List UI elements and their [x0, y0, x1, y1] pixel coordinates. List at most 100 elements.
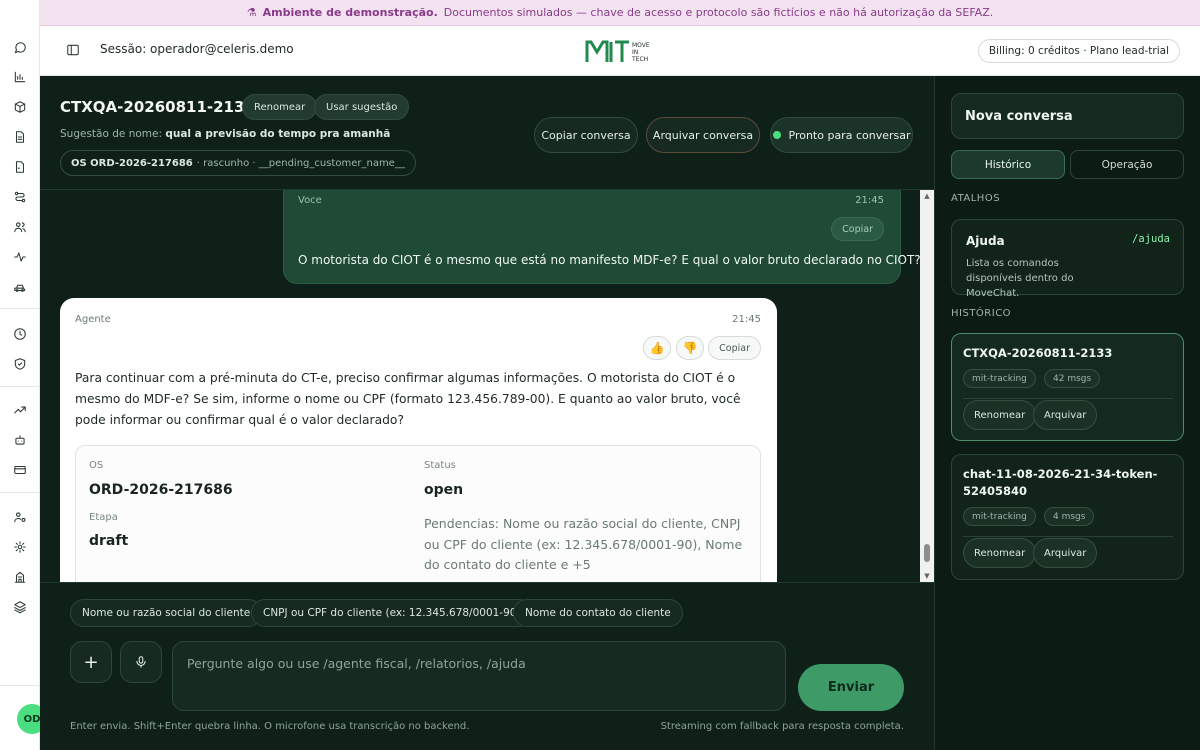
message-text: Para continuar com a pré-minuta do CT-e,… [75, 371, 741, 427]
tab-operation[interactable]: Operação [1070, 150, 1184, 179]
streaming-hint: Streaming com fallback para resposta com… [660, 721, 904, 732]
add-attachment-button[interactable]: + [70, 641, 112, 683]
history-item-title: chat-11-08-2026-21-34-token-52405840 [963, 467, 1158, 498]
users-icon[interactable] [10, 217, 30, 237]
quick-reply-chip[interactable]: Nome do contato do cliente [513, 599, 683, 627]
message-time: 21:45 [732, 314, 761, 325]
copy-message-button[interactable]: Copiar [708, 336, 761, 360]
user-message: Voce 21:45 Copiar O motorista do CIOT é … [283, 190, 920, 284]
scroll-up-icon[interactable]: ▲ [923, 192, 931, 200]
top-bar: Sessão: operador@celeris.demo MOVE IN TE… [40, 26, 1200, 76]
os-code: OS ORD-2026-217686 [71, 157, 193, 169]
chart-icon[interactable] [10, 67, 30, 87]
os-badge: OS ORD-2026-217686 · rascunho · __pendin… [60, 150, 416, 176]
shortcut-command: /ajuda [1132, 233, 1170, 245]
right-sidebar: Nova conversa Histórico Operação ATALHOS… [934, 76, 1200, 750]
route-icon[interactable] [10, 187, 30, 207]
send-button[interactable]: Enviar [798, 664, 904, 711]
shield-icon[interactable] [10, 354, 30, 374]
quick-reply-chip[interactable]: Nome ou razão social do cliente [70, 599, 263, 627]
history-item-tag: mit-tracking [963, 369, 1036, 388]
shortcut-name: Ajuda [966, 234, 1005, 248]
history-item-title: CTXQA-20260811-2133 [963, 346, 1113, 360]
microphone-icon[interactable] [120, 641, 162, 683]
message-input[interactable]: Pergunte algo ou use /agente fiscal, /re… [172, 641, 786, 711]
copy-message-button[interactable]: Copiar [831, 217, 884, 241]
scroll-down-icon[interactable]: ▼ [923, 572, 931, 580]
history-item-count: 4 msgs [1044, 507, 1095, 526]
shortcuts-heading: ATALHOS [951, 193, 1001, 204]
message-author: Voce [298, 195, 322, 206]
history-item-tag: mit-tracking [963, 507, 1036, 526]
history-item[interactable]: chat-11-08-2026-21-34-token-52405840 mit… [951, 454, 1184, 580]
logo-word-tech: TECH [631, 56, 648, 63]
movintech-logo: MOVE IN TECH [585, 40, 650, 63]
box-icon[interactable] [10, 97, 30, 117]
os-meta: · rascunho · __pending_customer_name__ [196, 157, 405, 169]
message-list[interactable]: Voce 21:45 Copiar O motorista do CIOT é … [40, 190, 920, 582]
logo-word-in: IN [632, 49, 638, 56]
sidebar-toggle-icon[interactable] [66, 42, 84, 60]
use-suggestion-button[interactable]: Usar sugestão [314, 94, 410, 120]
stage-value: draft [89, 533, 129, 549]
history-heading: HISTÓRICO [951, 308, 1012, 319]
billing-badge[interactable]: Billing: 0 créditos · Plano lead-trial [977, 39, 1180, 63]
activity-icon[interactable] [10, 247, 30, 267]
rename-button[interactable]: Renomear [242, 94, 318, 120]
suggestion-value: qual a previsão do tempo pra amanhã [165, 128, 391, 140]
status-label: Status [424, 460, 456, 471]
history-archive-button[interactable]: Arquivar [1033, 400, 1098, 430]
message-time: 21:45 [855, 195, 884, 206]
quick-reply-chip[interactable]: CNPJ ou CPF do cliente (ex: 12.345.678/0… [251, 599, 533, 627]
history-item-count: 42 msgs [1044, 369, 1101, 388]
agent-message: Agente 21:45 👍 👎 Copiar Para continuar c… [60, 298, 777, 582]
suggestion-prefix: Sugestão de nome: [60, 128, 162, 140]
document-icon[interactable] [10, 127, 30, 147]
flask-icon: ⚗ [246, 6, 257, 19]
message-author: Agente [75, 314, 111, 325]
clock-icon[interactable] [10, 324, 30, 344]
invoice-icon[interactable] [10, 157, 30, 177]
message-scrollbar[interactable]: ▲ ▼ [920, 190, 934, 582]
history-item[interactable]: CTXQA-20260811-2133 mit-tracking 42 msgs… [951, 333, 1184, 441]
demo-banner: ⚗ Ambiente de demonstração. Documentos s… [40, 0, 1200, 26]
history-archive-button[interactable]: Arquivar [1033, 538, 1098, 568]
truck-icon[interactable] [10, 277, 30, 297]
pending-items: Pendencias: Nome ou razão social do clie… [424, 516, 743, 572]
chat-title: CTXQA-20260811-2133 [60, 98, 255, 116]
chat-header: CTXQA-20260811-2133 Renomear Usar sugest… [40, 76, 934, 190]
composer-hint: Enter envia. Shift+Enter quebra linha. O… [70, 721, 470, 732]
shortcut-description: Lista os comandos disponíveis dentro do … [966, 258, 1074, 299]
os-label: OS [89, 460, 104, 471]
shortcut-card[interactable]: Ajuda /ajuda Lista os comandos disponíve… [951, 219, 1184, 299]
archive-conversation-button[interactable]: Arquivar conversa [646, 117, 760, 153]
name-suggestion: Sugestão de nome: qual a previsão do tem… [60, 128, 390, 140]
thumbs-down-icon[interactable]: 👎 [676, 336, 704, 360]
thumbs-up-icon[interactable]: 👍 [643, 336, 671, 360]
trend-icon[interactable] [10, 400, 30, 420]
user-settings-icon[interactable] [10, 507, 30, 527]
card-icon[interactable] [10, 460, 30, 480]
chat-icon[interactable] [10, 38, 30, 58]
composer: Nome ou razão social do cliente CNPJ ou … [40, 582, 934, 750]
banner-text: Documentos simulados — chave de acesso e… [443, 6, 994, 19]
scroll-thumb[interactable] [924, 544, 930, 562]
bot-icon[interactable] [10, 430, 30, 450]
session-label: Sessão: operador@celeris.demo [100, 42, 294, 56]
os-summary-card: OS ORD-2026-217686 Status open Etapa dra… [75, 445, 761, 582]
new-conversation-button[interactable]: Nova conversa [951, 93, 1184, 139]
icon-rail: OD [0, 0, 47, 750]
history-rename-button[interactable]: Renomear [963, 400, 1037, 430]
logo-word-move: MOVE [632, 42, 650, 49]
message-text: O motorista do CIOT é o mesmo que está n… [298, 253, 920, 267]
tab-history[interactable]: Histórico [951, 150, 1065, 179]
status-value: open [424, 482, 464, 498]
building-icon[interactable] [10, 567, 30, 587]
copy-conversation-button[interactable]: Copiar conversa [534, 117, 638, 153]
status-dot [772, 131, 781, 139]
banner-prefix: Ambiente de demonstração. [262, 6, 438, 19]
stage-label: Etapa [89, 512, 118, 523]
layers-icon[interactable] [10, 597, 30, 617]
history-rename-button[interactable]: Renomear [963, 538, 1037, 568]
gear-icon[interactable] [10, 537, 30, 557]
